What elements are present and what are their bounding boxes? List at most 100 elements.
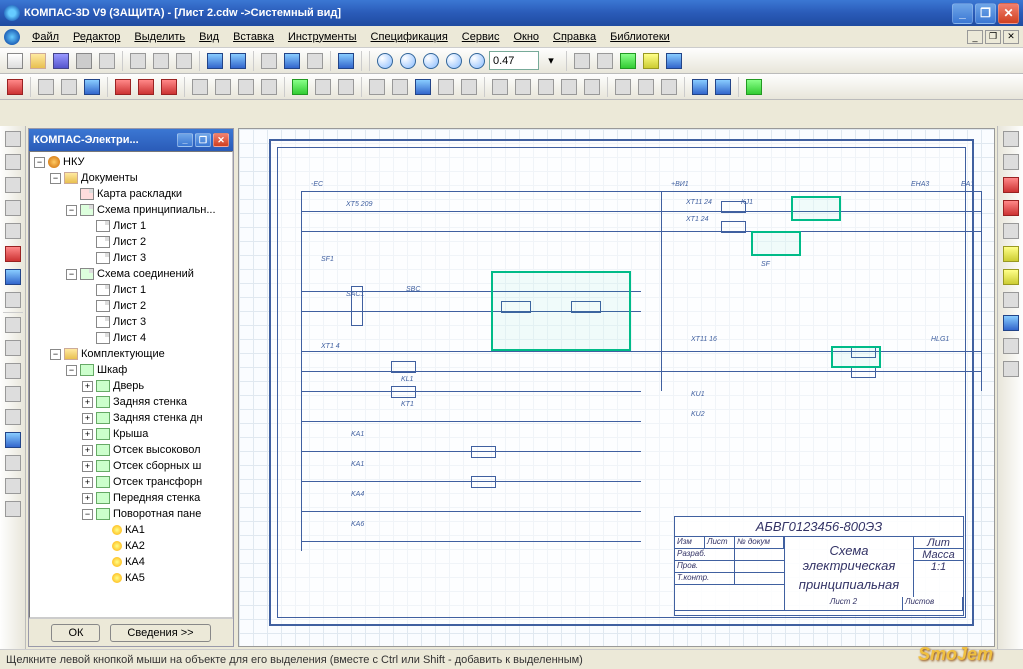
tree-ka2[interactable]: КА2 — [32, 538, 230, 554]
menu-file[interactable]: Файл — [26, 29, 65, 45]
tb-e20[interactable] — [489, 76, 511, 98]
drawing-canvas[interactable]: -EC XT5 209 SF1 SAC1 SBC XT1 4 KL1 KT1 K… — [238, 128, 995, 647]
tb-e12[interactable] — [289, 76, 311, 98]
tree-karta[interactable]: Карта раскладки — [32, 186, 230, 202]
tree-schema1[interactable]: −Схема принципиальн... — [32, 202, 230, 218]
tree-cab-6[interactable]: +Отсек трансфорн — [32, 474, 230, 490]
rt-7[interactable] — [1000, 266, 1022, 288]
print-button[interactable] — [73, 50, 95, 72]
tb-e21[interactable] — [512, 76, 534, 98]
rt-11[interactable] — [1000, 358, 1022, 380]
lt-5[interactable] — [2, 220, 24, 242]
tb-e26[interactable] — [635, 76, 657, 98]
tree-s2-l2[interactable]: Лист 2 — [32, 298, 230, 314]
pan-button[interactable] — [571, 50, 593, 72]
panel-maximize[interactable]: ❐ — [195, 133, 211, 147]
tree-cab-3[interactable]: +Крыша — [32, 426, 230, 442]
vars-button[interactable] — [304, 50, 326, 72]
zoom-dropdown[interactable]: ▾ — [540, 50, 562, 72]
lt-16[interactable] — [2, 475, 24, 497]
tree-s2-l1[interactable]: Лист 1 — [32, 282, 230, 298]
cut-button[interactable] — [127, 50, 149, 72]
lt-17[interactable] — [2, 498, 24, 520]
tree-s1-l3[interactable]: Лист 3 — [32, 250, 230, 266]
redo-button[interactable] — [227, 50, 249, 72]
tb-e3[interactable] — [58, 76, 80, 98]
close-button[interactable]: ✕ — [998, 3, 1019, 24]
menu-spec[interactable]: Спецификация — [365, 29, 454, 45]
props-button[interactable] — [258, 50, 280, 72]
rotate-button[interactable] — [594, 50, 616, 72]
tb-e16[interactable] — [389, 76, 411, 98]
fx-button[interactable] — [281, 50, 303, 72]
tree-cab-4[interactable]: +Отсек высоковол — [32, 442, 230, 458]
lt-7[interactable] — [2, 266, 24, 288]
zoom-input[interactable] — [489, 51, 539, 70]
rt-9[interactable] — [1000, 312, 1022, 334]
new-button[interactable] — [4, 50, 26, 72]
tree-s2-l4[interactable]: Лист 4 — [32, 330, 230, 346]
tb-e8[interactable] — [189, 76, 211, 98]
lt-13[interactable] — [2, 406, 24, 428]
tree-ka1[interactable]: КА1 — [32, 522, 230, 538]
rt-3[interactable] — [1000, 174, 1022, 196]
preview-button[interactable] — [96, 50, 118, 72]
tree-cab-2[interactable]: +Задняя стенка дн — [32, 410, 230, 426]
save-button[interactable] — [50, 50, 72, 72]
tb-e4[interactable] — [81, 76, 103, 98]
tree-ka5[interactable]: КА5 — [32, 570, 230, 586]
mdi-restore[interactable]: ❐ — [985, 30, 1001, 44]
menu-editor[interactable]: Редактор — [67, 29, 126, 45]
undo-button[interactable] — [204, 50, 226, 72]
tree-root[interactable]: −НКУ — [32, 154, 230, 170]
tree-comp[interactable]: −Комплектующие — [32, 346, 230, 362]
zoom-fit-button[interactable] — [374, 50, 396, 72]
tree-cab[interactable]: −Шкаф — [32, 362, 230, 378]
lt-8[interactable] — [2, 289, 24, 311]
menu-view[interactable]: Вид — [193, 29, 225, 45]
tb-e23[interactable] — [558, 76, 580, 98]
tb-e7[interactable] — [158, 76, 180, 98]
tb-e27[interactable] — [658, 76, 680, 98]
tree-ka4[interactable]: КА4 — [32, 554, 230, 570]
menu-service[interactable]: Сервис — [456, 29, 506, 45]
minimize-button[interactable]: _ — [952, 3, 973, 24]
tb-e13[interactable] — [312, 76, 334, 98]
info-button[interactable]: Сведения >> — [110, 624, 210, 642]
ok-button[interactable]: ОК — [51, 624, 100, 642]
tb-e25[interactable] — [612, 76, 634, 98]
tree-cab-7[interactable]: +Передняя стенка — [32, 490, 230, 506]
menu-tools[interactable]: Инструменты — [282, 29, 363, 45]
tb-e9[interactable] — [212, 76, 234, 98]
lt-4[interactable] — [2, 197, 24, 219]
lt-9[interactable] — [2, 314, 24, 336]
zoom-out-button[interactable] — [420, 50, 442, 72]
tb-e14[interactable] — [335, 76, 357, 98]
menu-insert[interactable]: Вставка — [227, 29, 280, 45]
tb-e6[interactable] — [135, 76, 157, 98]
update-button[interactable] — [640, 50, 662, 72]
mdi-minimize[interactable]: _ — [967, 30, 983, 44]
menu-libs[interactable]: Библиотеки — [604, 29, 676, 45]
tb-e18[interactable] — [435, 76, 457, 98]
tb-e2[interactable] — [35, 76, 57, 98]
lt-11[interactable] — [2, 360, 24, 382]
tree-cab-0[interactable]: +Дверь — [32, 378, 230, 394]
refresh-button[interactable] — [617, 50, 639, 72]
rt-1[interactable] — [1000, 128, 1022, 150]
tree-schema2[interactable]: −Схема соединений — [32, 266, 230, 282]
tb-e29[interactable] — [712, 76, 734, 98]
tb-e5[interactable] — [112, 76, 134, 98]
lt-3[interactable] — [2, 174, 24, 196]
tb-e22[interactable] — [535, 76, 557, 98]
render-button[interactable] — [663, 50, 685, 72]
open-button[interactable] — [27, 50, 49, 72]
lt-10[interactable] — [2, 337, 24, 359]
menu-help[interactable]: Справка — [547, 29, 602, 45]
rt-8[interactable] — [1000, 289, 1022, 311]
tb-e28[interactable] — [689, 76, 711, 98]
tree-s1-l2[interactable]: Лист 2 — [32, 234, 230, 250]
rt-2[interactable] — [1000, 151, 1022, 173]
tree-s1-l1[interactable]: Лист 1 — [32, 218, 230, 234]
tb-e11[interactable] — [258, 76, 280, 98]
